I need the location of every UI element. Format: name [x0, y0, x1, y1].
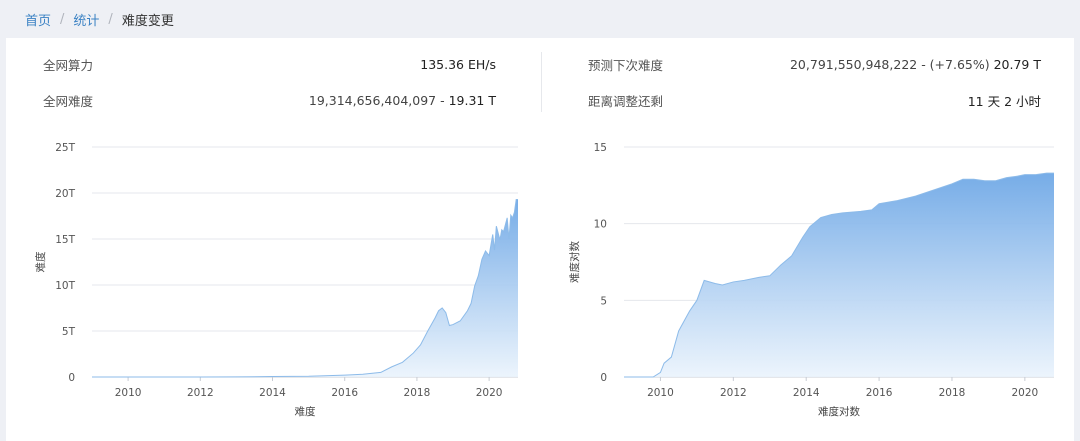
- difficulty-y-axis-title: 难度: [34, 251, 47, 272]
- difficulty-log-y-axis-title: 难度对数: [568, 241, 581, 283]
- difficulty-row: 全网难度 19,314,656,404,097 - 19.31 T: [43, 87, 496, 113]
- difficulty-log-x-tick-label: 2012: [720, 387, 747, 399]
- difficulty-y-tick-label: 20T: [55, 188, 75, 200]
- breadcrumb-separator: /: [60, 11, 65, 27]
- difficulty-short: 19.31 T: [448, 92, 496, 108]
- adjust-remaining-text: 11 天 2 小时: [967, 93, 1041, 109]
- difficulty-x-tick-label: 2018: [404, 387, 431, 399]
- difficulty-raw: 19,314,656,404,097: [308, 92, 437, 108]
- hashrate-value: 135.36 EH/s: [420, 57, 496, 72]
- difficulty-log-x-tick-label: 2016: [866, 387, 893, 399]
- stats-panel: 全网算力 135.36 EH/s 全网难度 19,314,656,404,097…: [6, 38, 1074, 124]
- difficulty-y-tick-label: 25T: [55, 142, 75, 154]
- breadcrumb-stats-link[interactable]: 统计: [73, 10, 99, 29]
- difficulty-x-axis-title: 难度: [295, 405, 316, 418]
- difficulty-log-x-tick-label: 2014: [793, 387, 820, 399]
- difficulty-log-y-tick-label: 15: [594, 142, 607, 154]
- difficulty-log-y-tick-label: 5: [600, 295, 607, 307]
- difficulty-log-x-tick-label: 2020: [1011, 387, 1038, 399]
- difficulty-x-tick-label: 2016: [331, 387, 358, 399]
- breadcrumb: 首页 / 统计 / 难度变更: [0, 0, 1080, 38]
- stats-divider: [541, 52, 542, 112]
- hashrate-label: 全网算力: [43, 57, 94, 73]
- next-difficulty-label: 预测下次难度: [588, 57, 664, 73]
- next-difficulty-change: - (+7.65%): [917, 56, 994, 72]
- difficulty-log-x-tick-label: 2018: [939, 387, 966, 399]
- difficulty-y-tick-label: 15T: [55, 234, 75, 246]
- difficulty-chart: 0 5T 10T 15T 20T 25T 2010 2012 2014 2016 2018 2020 难…: [34, 142, 518, 418]
- adjust-remaining-label: 距离调整还剩: [588, 93, 664, 109]
- breadcrumb-separator: /: [108, 11, 113, 27]
- difficulty-log-chart: 0510152010 2012 2014 2016 2018 2020难度对数难度对数: [568, 142, 1054, 418]
- difficulty-x-tick-label: 2014: [259, 387, 286, 399]
- next-difficulty-raw: 20,791,550,948,222: [789, 56, 918, 72]
- difficulty-y-tick-label: 10T: [55, 280, 75, 292]
- difficulty-area-series: [92, 199, 518, 377]
- difficulty-log-x-axis-title: 难度对数: [818, 405, 860, 418]
- difficulty-y-tick-label: 0: [68, 372, 75, 384]
- next-difficulty-short: 20.79 T: [993, 56, 1041, 72]
- hashrate-value-text: 135.36 EH/s: [420, 56, 496, 72]
- breadcrumb-current: 难度变更: [121, 13, 174, 29]
- adjust-remaining-value: 11 天 2 小时: [968, 91, 1041, 110]
- difficulty-log-x-tick-label: 2010: [647, 387, 674, 399]
- difficulty-log-y-tick-label: 0: [600, 372, 607, 384]
- next-difficulty-row: 预测下次难度 20,791,550,948,222 - (+7.65%) 20.…: [588, 51, 1041, 77]
- difficulty-log-y-tick-label: 10: [594, 219, 607, 231]
- difficulty-x-tick-label: 2010: [115, 387, 142, 399]
- difficulty-card: 全网算力 135.36 EH/s 全网难度 19,314,656,404,097…: [6, 38, 1074, 441]
- adjust-remaining-row: 距离调整还剩 11 天 2 小时: [588, 87, 1041, 113]
- difficulty-label: 全网难度: [43, 93, 94, 109]
- difficulty-x-tick-label: 2020: [476, 387, 503, 399]
- difficulty-y-tick-label: 5T: [62, 326, 76, 338]
- breadcrumb-home-link[interactable]: 首页: [25, 10, 51, 29]
- hashrate-row: 全网算力 135.36 EH/s: [43, 51, 496, 77]
- difficulty-value: 19,314,656,404,097 - 19.31 T: [309, 93, 496, 108]
- difficulty-log-area-series: [624, 173, 1054, 377]
- next-difficulty-value: 20,791,550,948,222 - (+7.65%) 20.79 T: [790, 57, 1041, 72]
- difficulty-dash: -: [436, 92, 449, 108]
- difficulty-x-tick-label: 2012: [187, 387, 214, 399]
